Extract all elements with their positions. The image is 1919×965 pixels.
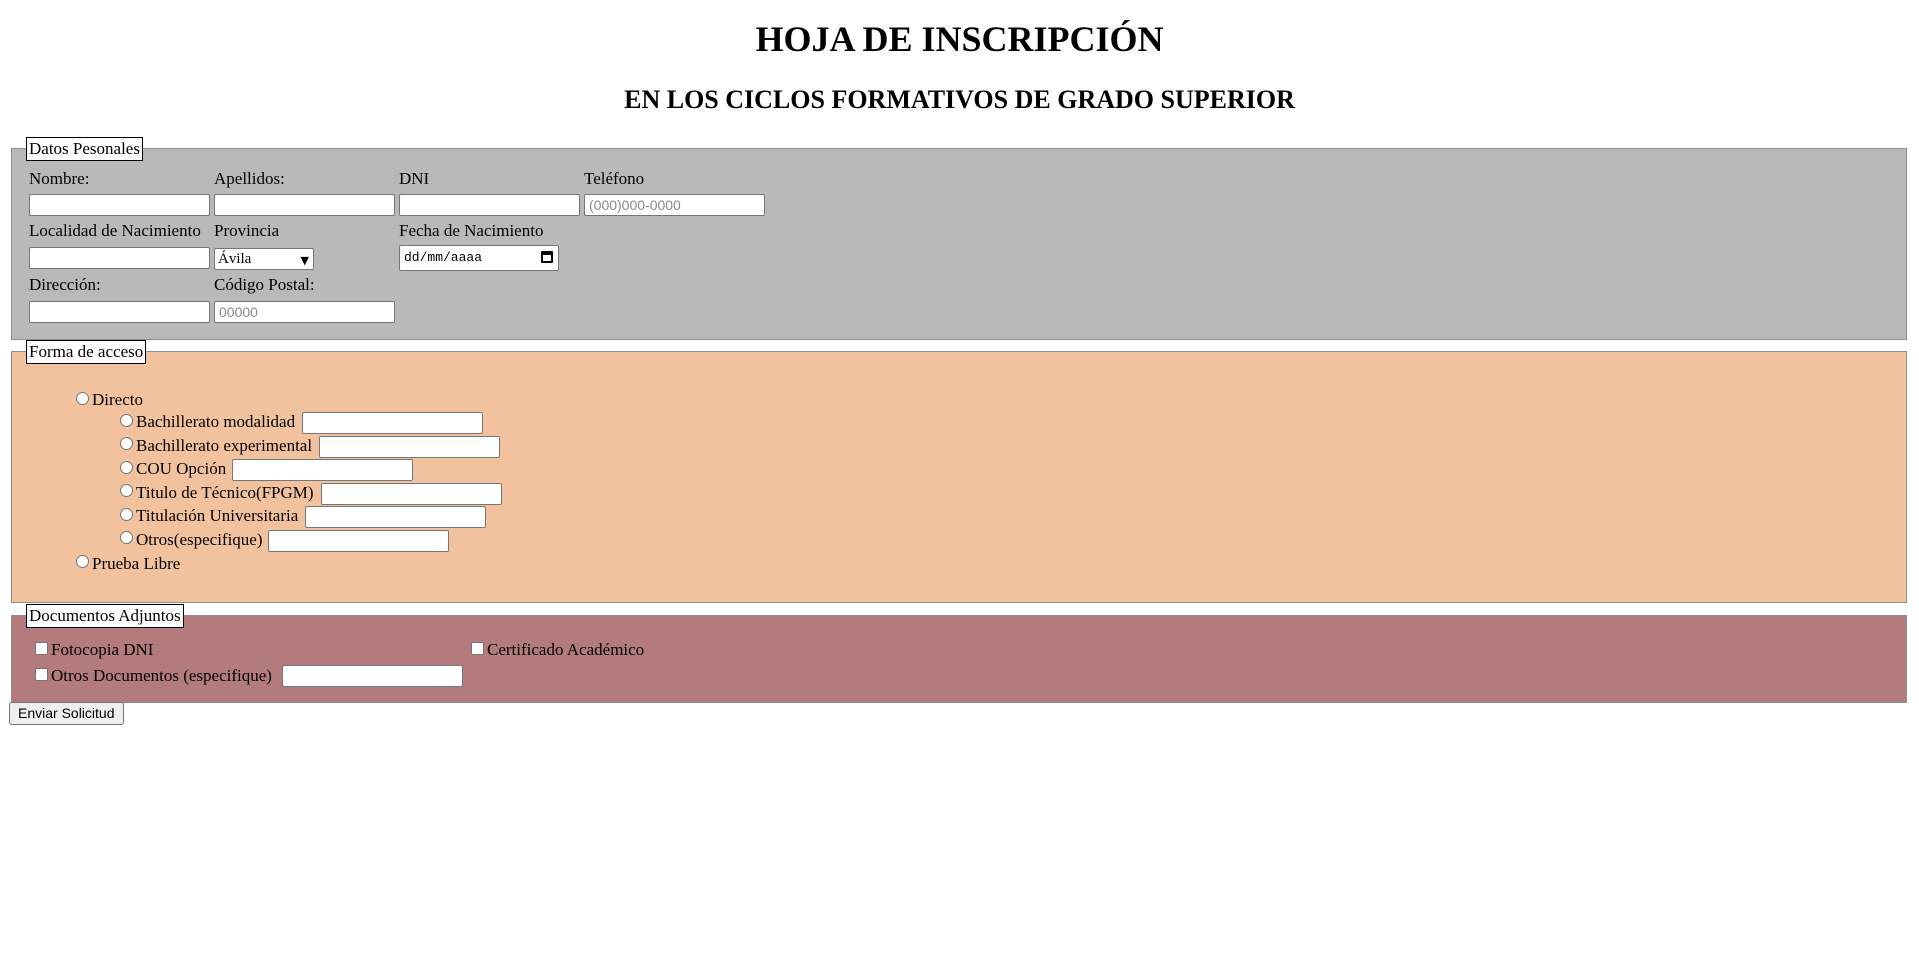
- calendar-icon[interactable]: [541, 251, 553, 263]
- cou-radio[interactable]: [120, 461, 133, 474]
- tecnico-label: Titulo de Técnico(FPGM): [136, 483, 314, 502]
- cp-input[interactable]: 00000: [214, 301, 395, 323]
- provincia-selected-value: Ávila: [218, 251, 252, 267]
- bach-modalidad-input[interactable]: [302, 412, 483, 434]
- dni-label: DNI: [399, 169, 430, 188]
- universitaria-input[interactable]: [305, 506, 486, 528]
- bach-experimental-input[interactable]: [319, 436, 500, 458]
- otros-docs-checkbox[interactable]: [35, 668, 48, 681]
- cp-label: Código Postal:: [214, 275, 315, 294]
- prueba-libre-radio[interactable]: [76, 555, 89, 568]
- otros-input[interactable]: [268, 530, 449, 552]
- bach-experimental-label: Bachillerato experimental: [136, 436, 313, 455]
- fotocopia-checkbox[interactable]: [35, 642, 48, 655]
- certificado-checkbox[interactable]: [471, 642, 484, 655]
- direccion-input[interactable]: [29, 301, 210, 323]
- fecha-input[interactable]: dd/mm/aaaa: [399, 245, 559, 271]
- page-title: HOJA DE INSCRIPCIÓN: [755, 19, 1164, 59]
- apellidos-label: Apellidos:: [214, 169, 285, 188]
- certificado-label: Certificado Académico: [487, 640, 645, 659]
- page-subtitle: EN LOS CICLOS FORMATIVOS DE GRADO SUPERI…: [624, 85, 1295, 114]
- universitaria-radio[interactable]: [120, 508, 133, 521]
- cou-input[interactable]: [232, 459, 413, 481]
- access-fieldset: Forma de acceso Directo Bachillerato mod…: [11, 340, 1907, 603]
- otros-docs-label: Otros Documentos (especifique): [51, 666, 272, 685]
- apellidos-input[interactable]: [214, 194, 395, 216]
- otros-label: Otros(especifique): [136, 530, 263, 549]
- direccion-label: Dirección:: [29, 275, 101, 294]
- localidad-label: Localidad de Nacimiento: [29, 221, 201, 240]
- access-legend: Forma de acceso: [26, 340, 147, 364]
- cou-label: COU Opción: [136, 459, 227, 478]
- otros-docs-input[interactable]: [282, 665, 463, 687]
- bach-modalidad-radio[interactable]: [120, 414, 133, 427]
- localidad-input[interactable]: [29, 247, 210, 269]
- directo-label: Directo: [92, 390, 143, 409]
- universitaria-label: Titulación Universitaria: [136, 506, 299, 525]
- directo-radio[interactable]: [76, 392, 89, 405]
- tecnico-radio[interactable]: [120, 484, 133, 497]
- otros-radio[interactable]: [120, 531, 133, 544]
- bach-modalidad-label: Bachillerato modalidad: [136, 412, 296, 431]
- prueba-libre-label: Prueba Libre: [92, 554, 181, 573]
- documents-fieldset: Documentos Adjuntos Fotocopia DNI Certif…: [11, 604, 1907, 703]
- documents-legend: Documentos Adjuntos: [26, 604, 184, 628]
- tecnico-input[interactable]: [321, 483, 502, 505]
- nombre-input[interactable]: [29, 194, 210, 216]
- provincia-select[interactable]: Ávila ▼: [214, 248, 314, 270]
- nombre-label: Nombre:: [29, 169, 90, 188]
- personal-data-legend: Datos Pesonales: [26, 137, 143, 161]
- dni-input[interactable]: [399, 194, 580, 216]
- fecha-placeholder: dd/mm/aaaa: [404, 250, 483, 265]
- bach-experimental-radio[interactable]: [120, 437, 133, 450]
- provincia-label: Provincia: [214, 221, 280, 240]
- personal-data-fieldset: Datos Pesonales Nombre: Apellidos: DNI T…: [11, 137, 1907, 340]
- submit-button[interactable]: Enviar Solicitud: [9, 702, 124, 725]
- telefono-label: Teléfono: [584, 169, 645, 188]
- telefono-input[interactable]: (000)000-0000: [584, 194, 765, 216]
- chevron-down-icon: ▼: [300, 254, 309, 267]
- fotocopia-label: Fotocopia DNI: [51, 640, 154, 659]
- fecha-label: Fecha de Nacimiento: [399, 221, 544, 240]
